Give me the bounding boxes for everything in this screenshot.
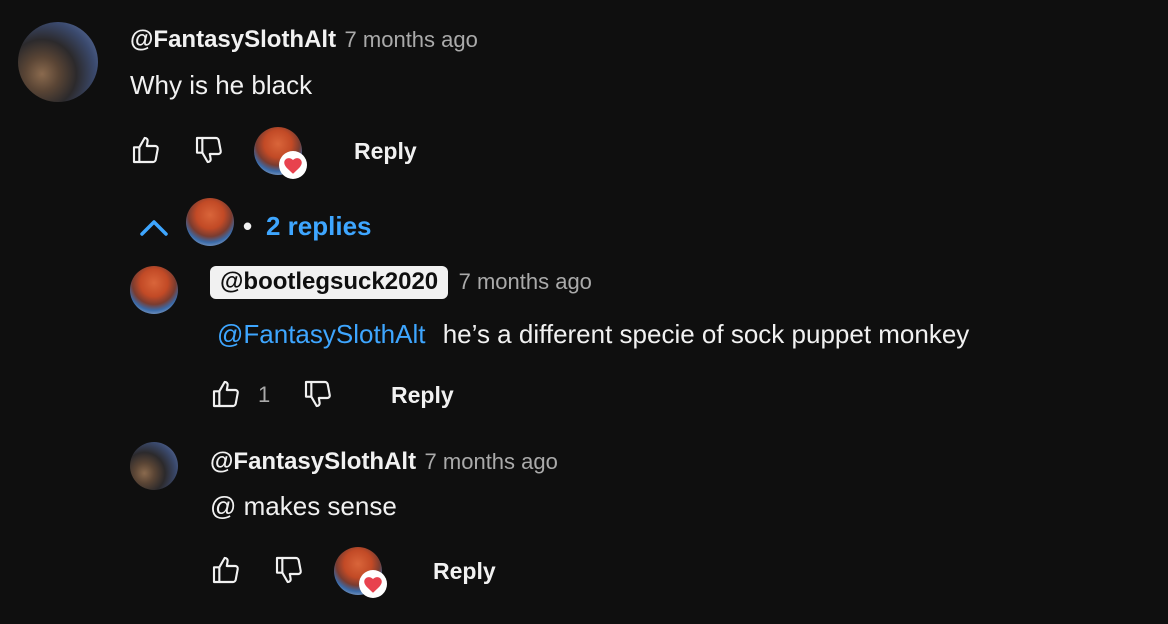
heart-icon [359, 570, 387, 603]
thumb-down-icon[interactable] [273, 554, 305, 586]
reply-button[interactable]: Reply [391, 382, 454, 409]
reply-header: @FantasySlothAlt 7 months ago [210, 448, 558, 476]
reply-author-avatar[interactable] [130, 266, 178, 314]
reply-author-avatar[interactable] [130, 442, 178, 490]
reply-timestamp[interactable]: 7 months ago [425, 449, 558, 474]
reply-text: @FantasySlothAlt he’s a different specie… [217, 319, 969, 350]
reply-author-handle[interactable]: @FantasySlothAlt [210, 448, 416, 475]
thumb-up-icon[interactable] [130, 134, 162, 166]
thumb-up-icon[interactable] [210, 378, 242, 410]
comment-header: @FantasySlothAlt 7 months ago [130, 26, 478, 54]
commenter-avatar[interactable] [18, 22, 98, 102]
reply-header: @bootlegsuck2020 7 months ago [210, 266, 592, 299]
replies-toggle-label[interactable]: 2 replies [266, 211, 372, 242]
reply-mention-link[interactable]: @FantasySlothAlt [217, 319, 425, 349]
replies-dot: • [243, 211, 253, 241]
thumb-down-icon[interactable] [302, 378, 334, 410]
heart-icon [279, 151, 307, 184]
reply-button[interactable]: Reply [354, 138, 417, 165]
like-count: 1 [258, 382, 271, 407]
comment-timestamp[interactable]: 7 months ago [345, 27, 478, 52]
reply-author-handle[interactable]: @bootlegsuck2020 [210, 266, 449, 299]
replier-avatar-small [186, 198, 234, 246]
comment-author-handle[interactable]: @FantasySlothAlt [130, 26, 336, 53]
comment-text: Why is he black [130, 70, 313, 100]
reply-timestamp[interactable]: 7 months ago [459, 269, 592, 294]
thumb-down-icon[interactable] [193, 134, 225, 166]
reply-text: @ makes sense [210, 491, 397, 521]
thumb-up-icon[interactable] [210, 554, 242, 586]
reply-body: he’s a different specie of sock puppet m… [442, 319, 970, 349]
reply-button[interactable]: Reply [433, 558, 496, 585]
chevron-up-icon[interactable] [138, 214, 170, 240]
